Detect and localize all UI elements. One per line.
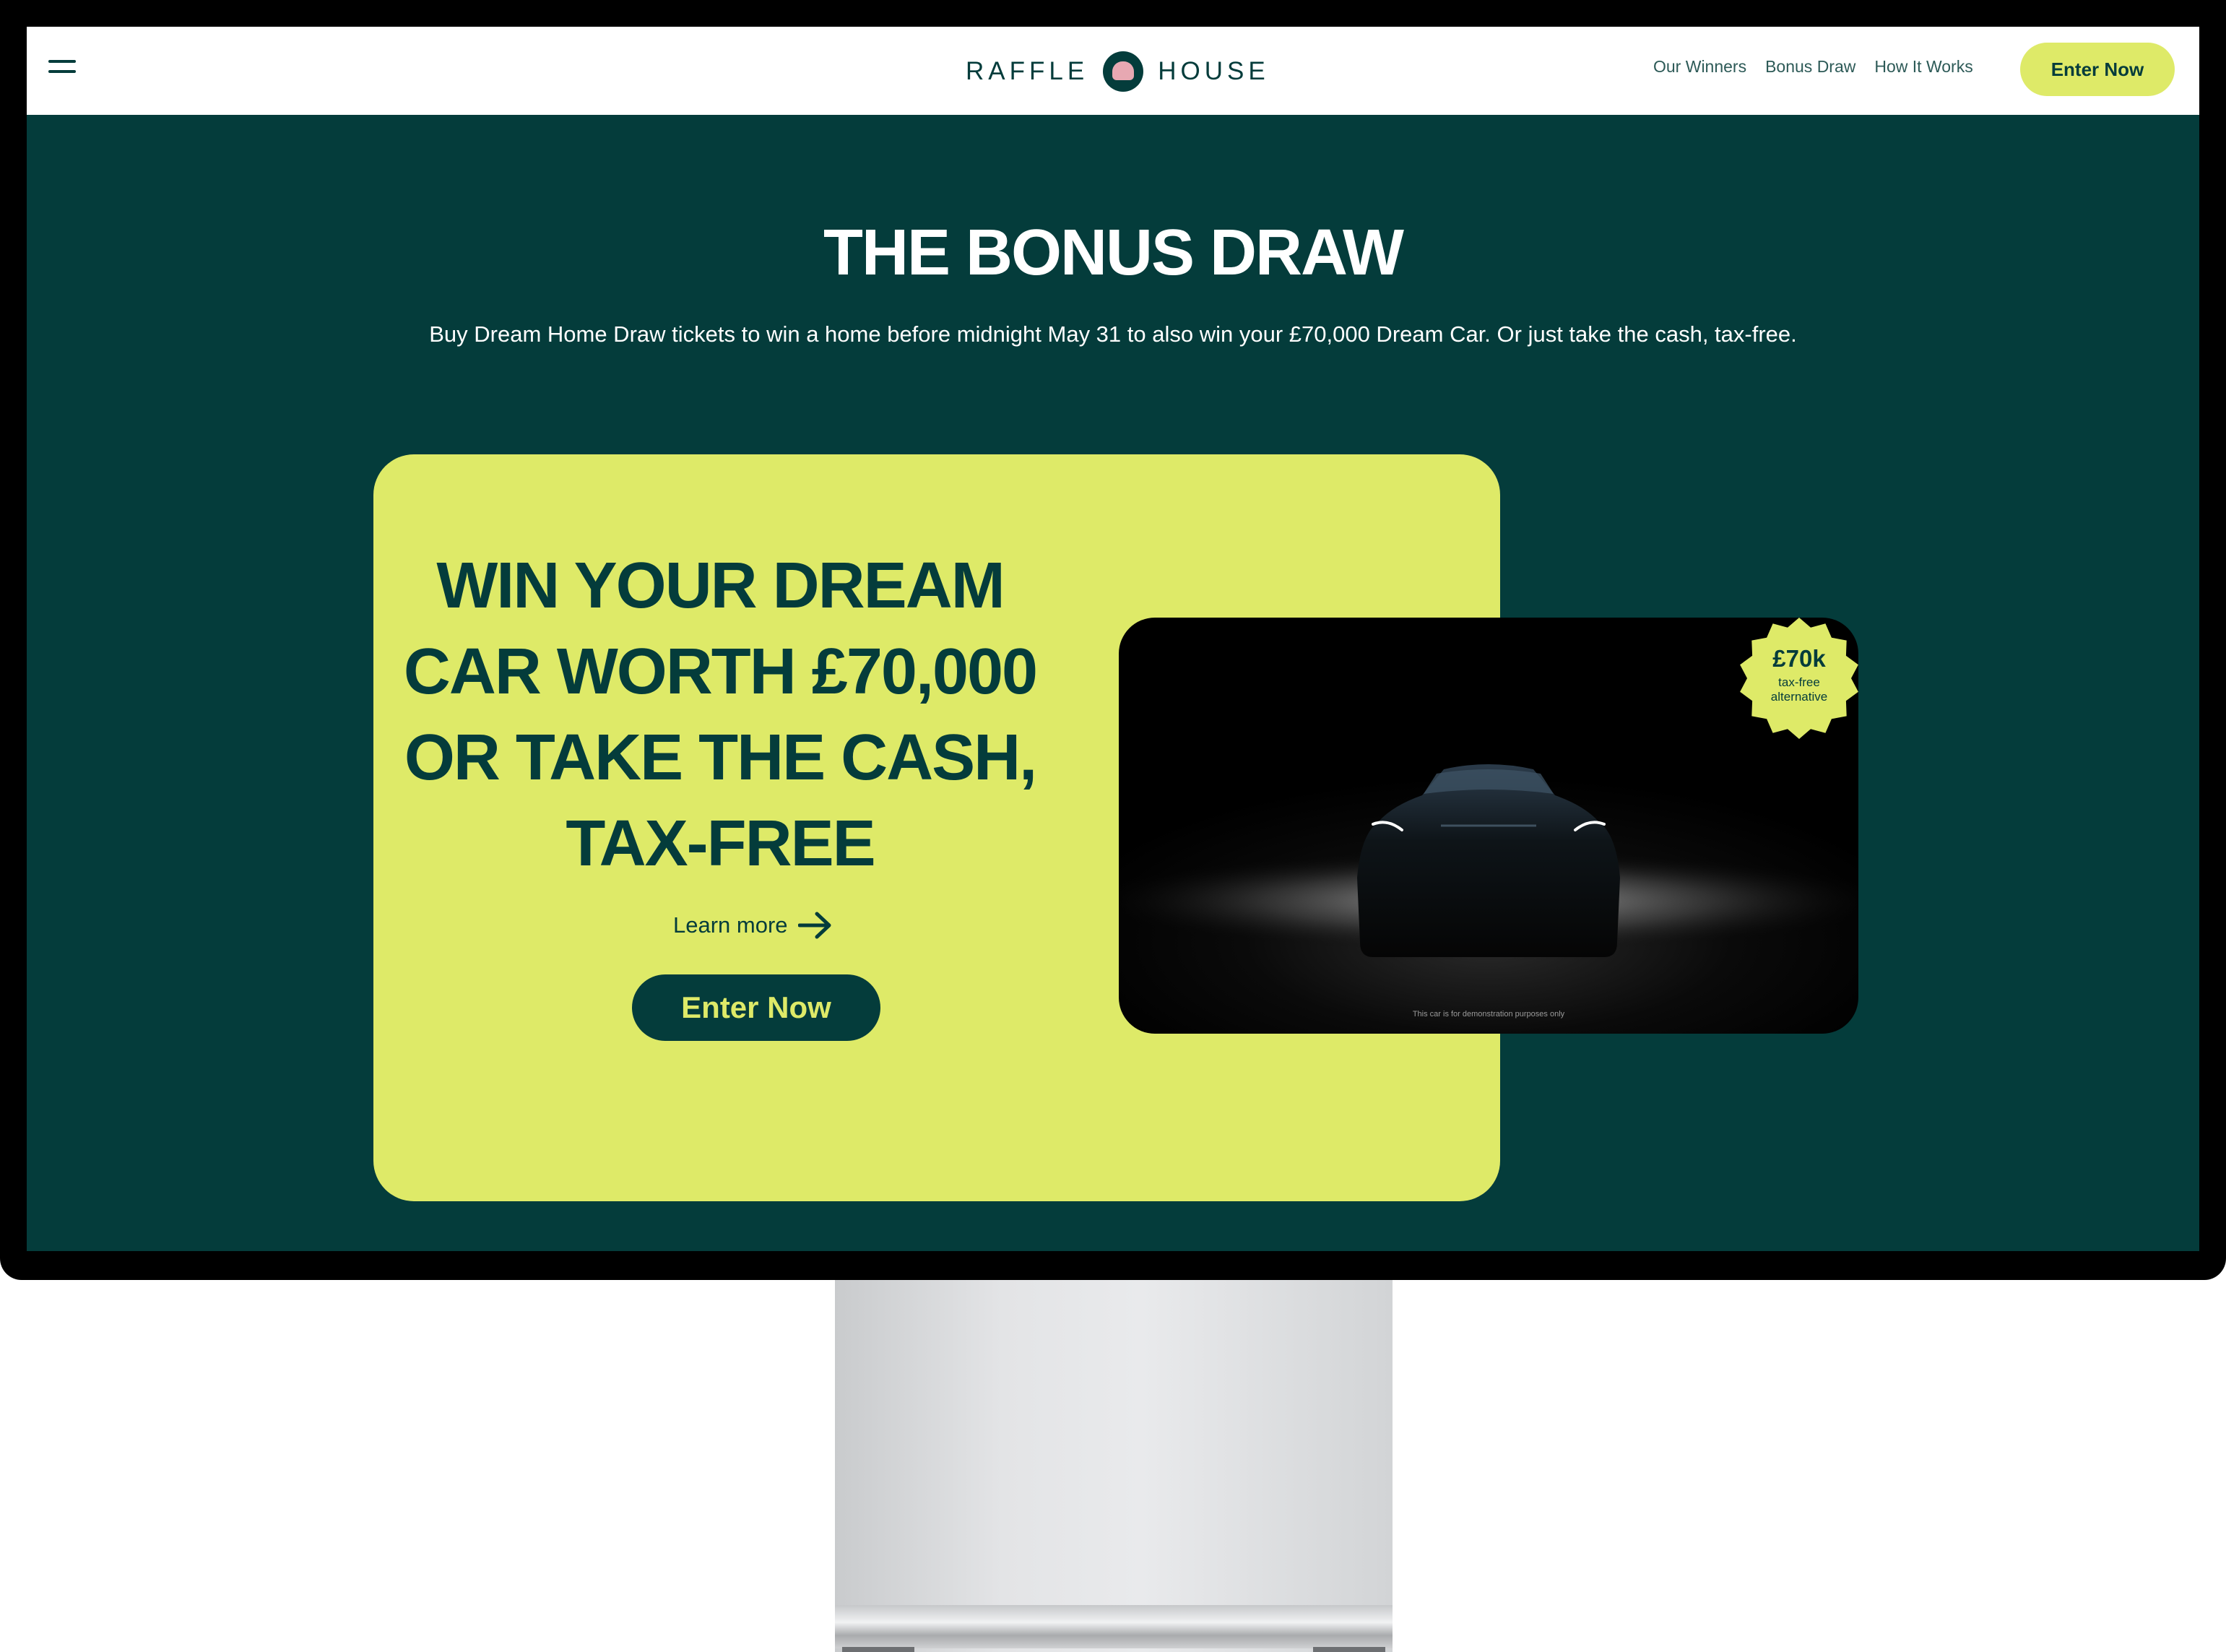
nav-enter-now-button[interactable]: Enter Now bbox=[2020, 43, 2175, 96]
hamburger-menu-icon[interactable] bbox=[48, 57, 76, 76]
monitor-frame: RAFFLE HOUSE Our Winners Bonus Draw How … bbox=[0, 0, 2226, 1280]
monitor-stand-base bbox=[835, 1605, 1393, 1648]
badge-label: tax-free alternative bbox=[1770, 675, 1828, 704]
logo-text-left: RAFFLE bbox=[966, 57, 1089, 85]
page-title: THE BONUS DRAW bbox=[823, 217, 1404, 289]
learn-more-link[interactable]: Learn more bbox=[673, 909, 833, 941]
monitor-stand bbox=[835, 1280, 1393, 1652]
logo-text-right: HOUSE bbox=[1158, 57, 1270, 85]
promo-enter-now-button[interactable]: Enter Now bbox=[632, 974, 880, 1041]
logo-mark-icon bbox=[1103, 51, 1144, 92]
nav-links: Our Winners Bonus Draw How It Works bbox=[1653, 57, 1973, 77]
browser-viewport: RAFFLE HOUSE Our Winners Bonus Draw How … bbox=[27, 27, 2199, 1251]
learn-more-label: Learn more bbox=[673, 912, 788, 938]
nav-link-our-winners[interactable]: Our Winners bbox=[1653, 57, 1746, 77]
monitor-stand-foot-left bbox=[842, 1647, 914, 1652]
monitor-stand-foot-right bbox=[1313, 1647, 1385, 1652]
arrow-right-icon bbox=[797, 912, 831, 939]
site-logo[interactable]: RAFFLE HOUSE bbox=[966, 48, 1270, 95]
nav-link-bonus-draw[interactable]: Bonus Draw bbox=[1765, 57, 1855, 77]
nav-link-how-it-works[interactable]: How It Works bbox=[1874, 57, 1972, 77]
badge-amount: £70k bbox=[1772, 645, 1826, 672]
page-subtitle: Buy Dream Home Draw tickets to win a hom… bbox=[429, 321, 1797, 347]
top-navbar: RAFFLE HOUSE Our Winners Bonus Draw How … bbox=[27, 27, 2199, 115]
promo-headline: WIN YOUR DREAM CAR WORTH £70,000 OR TAKE… bbox=[403, 550, 1038, 880]
cash-alternative-badge: £70k tax-free alternative bbox=[1737, 616, 1861, 740]
car-disclaimer: This car is for demonstration purposes o… bbox=[1412, 1010, 1565, 1019]
